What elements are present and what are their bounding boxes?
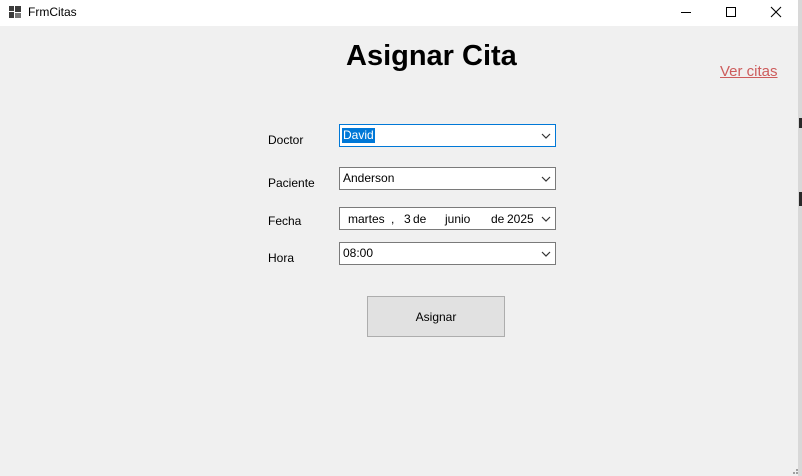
doctor-combobox[interactable]: David <box>339 124 556 147</box>
doctor-value: David <box>342 128 375 143</box>
hora-value: 08:00 <box>343 246 374 260</box>
chevron-down-icon[interactable] <box>539 247 553 261</box>
close-icon <box>770 6 781 18</box>
paciente-label: Paciente <box>268 176 315 190</box>
paciente-combobox[interactable]: Anderson <box>339 167 556 190</box>
fecha-separator: , <box>391 212 395 226</box>
app-icon <box>9 6 21 18</box>
title-bar: FrmCitas <box>0 0 798 26</box>
fecha-de-1: de <box>413 212 427 226</box>
paciente-value: Anderson <box>343 171 395 185</box>
maximize-icon <box>725 7 736 17</box>
maximize-button[interactable] <box>708 0 753 24</box>
window-title: FrmCitas <box>28 5 77 19</box>
fecha-weekday[interactable]: martes <box>348 212 385 226</box>
fecha-day[interactable]: 3 <box>404 212 411 226</box>
fecha-label: Fecha <box>268 214 302 228</box>
asignar-button-label: Asignar <box>415 309 457 324</box>
ver-citas-link[interactable]: Ver citas <box>720 63 778 80</box>
fecha-month[interactable]: junio <box>445 212 470 226</box>
close-button[interactable] <box>753 0 798 24</box>
asignar-button[interactable]: Asignar <box>367 296 505 337</box>
fecha-date-picker[interactable]: martes , 3 de junio de 2025 <box>339 207 556 230</box>
window-right-edge <box>798 0 802 476</box>
fecha-year[interactable]: 2025 <box>507 212 534 226</box>
minimize-button[interactable] <box>663 0 708 24</box>
page-title: Asignar Cita <box>346 40 517 72</box>
resize-grip-icon[interactable] <box>790 466 798 474</box>
fecha-de-2: de <box>491 212 505 226</box>
chevron-down-icon[interactable] <box>539 172 553 186</box>
chevron-down-icon[interactable] <box>539 212 553 226</box>
chevron-down-icon[interactable] <box>539 129 553 143</box>
hora-combobox[interactable]: 08:00 <box>339 242 556 265</box>
minimize-icon <box>680 12 691 13</box>
doctor-label: Doctor <box>268 133 304 147</box>
hora-label: Hora <box>268 251 295 265</box>
